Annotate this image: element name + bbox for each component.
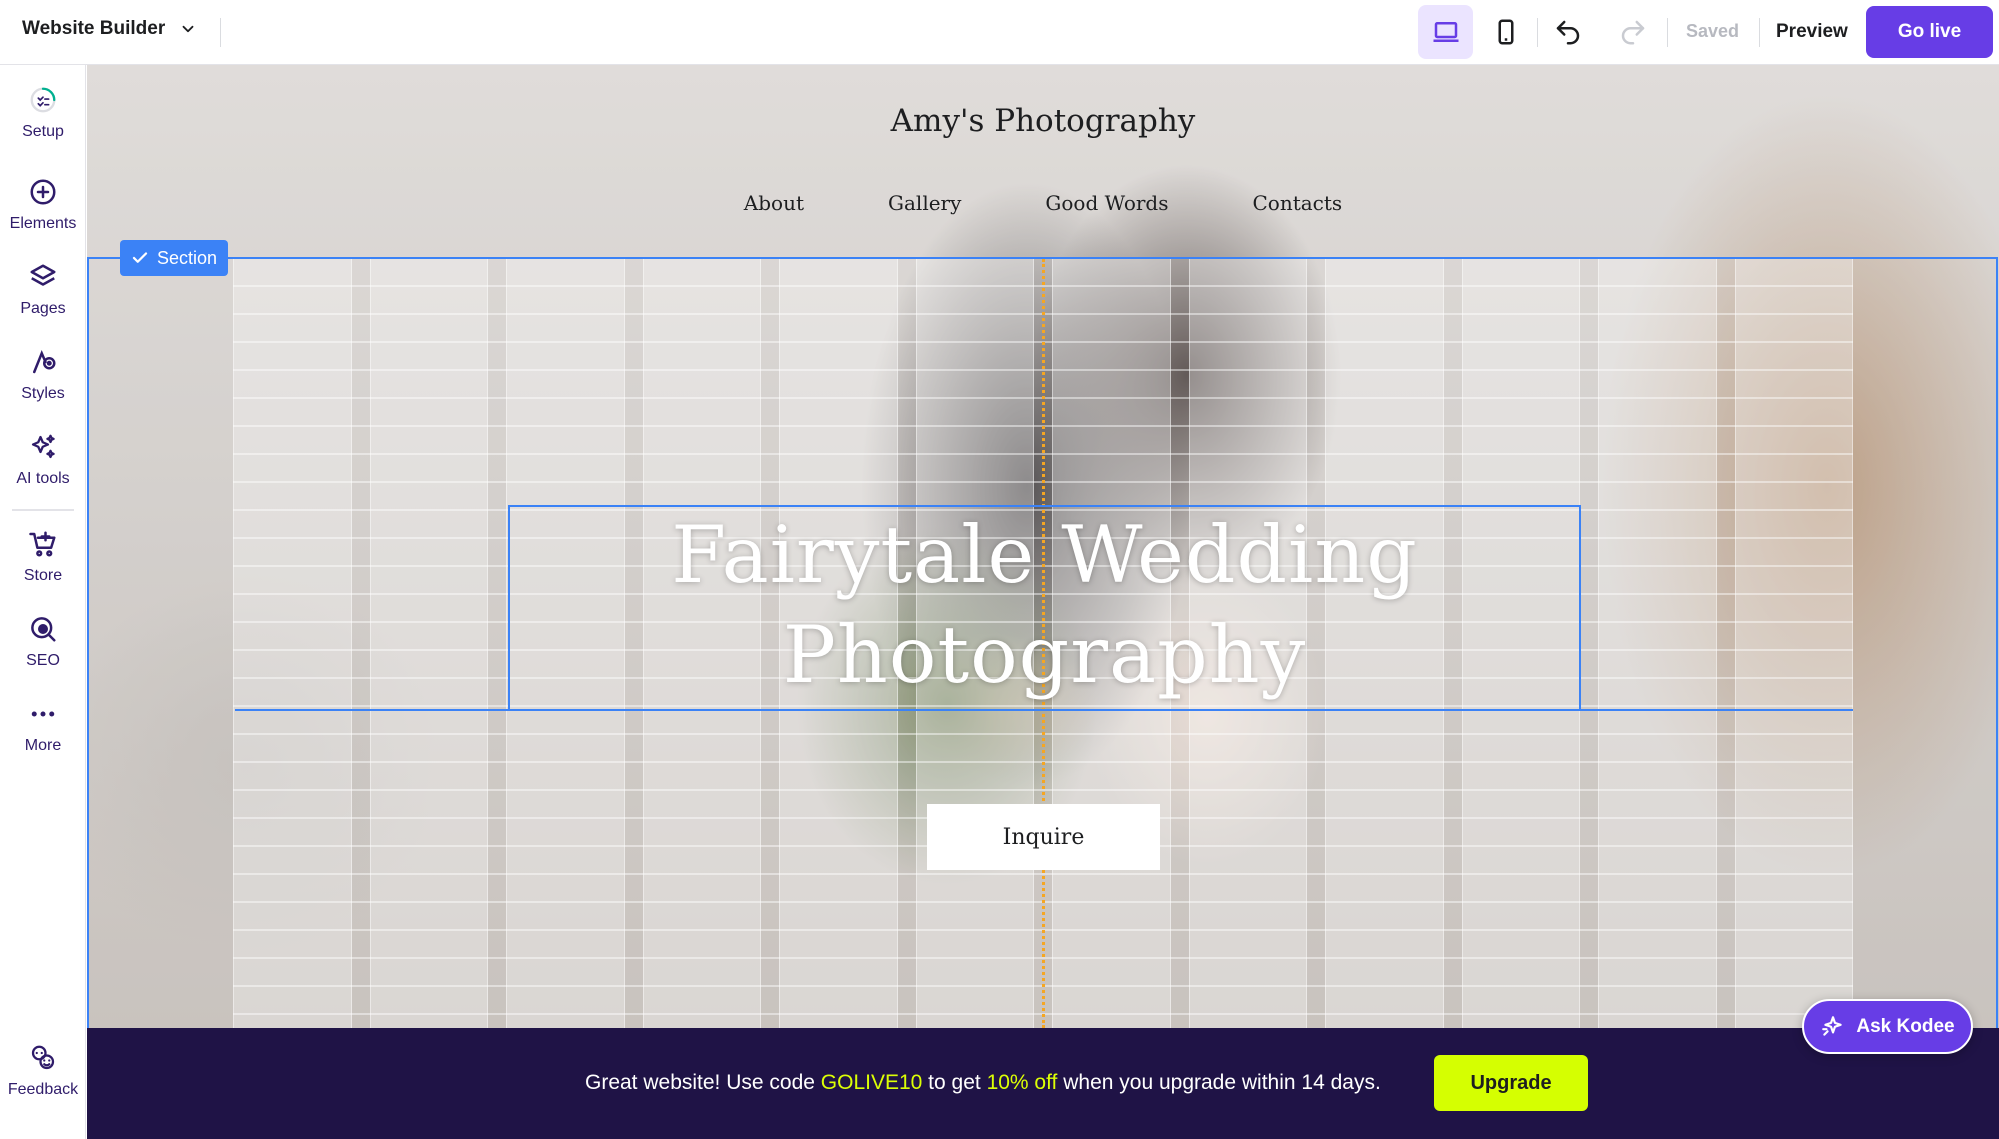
hero-heading-line-2: Photography — [782, 609, 1307, 701]
redo-button[interactable] — [1607, 10, 1659, 54]
inquire-button[interactable]: Inquire — [927, 804, 1160, 870]
sidebar-item-label: Pages — [20, 300, 66, 317]
chevron-down-icon — [182, 25, 194, 33]
sidebar-item-elements[interactable]: Elements — [0, 177, 86, 233]
divider — [1537, 18, 1538, 47]
promo-code: GOLIVE10 — [820, 1071, 923, 1094]
undo-button[interactable] — [1542, 10, 1594, 54]
feedback-faces-icon — [31, 1045, 55, 1070]
sidebar-item-setup[interactable]: Setup — [0, 85, 86, 141]
plus-circle-icon — [30, 179, 56, 205]
nav-link-gallery[interactable]: Gallery — [888, 191, 961, 215]
promo-text: Great website! Use code GOLIVE10 to get … — [585, 1071, 1381, 1095]
desktop-view-button[interactable] — [1418, 5, 1473, 59]
sidebar-item-label: AI tools — [16, 470, 70, 487]
sidebar-item-feedback[interactable]: Feedback — [0, 1043, 86, 1099]
app-switcher[interactable]: Website Builder — [22, 18, 197, 40]
setup-progress-icon — [30, 87, 56, 113]
sidebar-item-label: Store — [23, 567, 63, 584]
sidebar-item-label: Feedback — [7, 1081, 79, 1098]
seo-search-icon — [31, 617, 56, 642]
hero-heading-line-1: Fairytale Wedding — [671, 509, 1418, 601]
sidebar-item-label: Styles — [21, 385, 65, 402]
preview-button[interactable]: Preview — [1776, 21, 1848, 43]
sidebar-item-ai-tools[interactable]: AI tools — [0, 432, 86, 488]
section-tag-label: Section — [157, 247, 218, 268]
promo-discount: 10% off — [986, 1071, 1058, 1094]
left-sidebar: Setup Elements Pages Styles AI tools Sto… — [0, 65, 86, 1139]
sidebar-item-label: SEO — [26, 652, 60, 669]
ask-kodee-button[interactable]: Ask Kodee — [1802, 999, 1973, 1054]
undo-icon — [1556, 20, 1580, 45]
mobile-view-button[interactable] — [1478, 5, 1533, 59]
nav-link-good-words[interactable]: Good Words — [1045, 191, 1168, 215]
site-navigation: About Gallery Good Words Contacts — [87, 191, 1999, 215]
hero-heading[interactable]: Fairytale Wedding Photography — [508, 505, 1581, 705]
sidebar-item-seo[interactable]: SEO — [0, 614, 86, 670]
nav-link-contacts[interactable]: Contacts — [1253, 191, 1343, 215]
sidebar-item-more[interactable]: More — [0, 699, 86, 755]
promo-text-part: to get — [922, 1071, 987, 1094]
sidebar-item-label: Setup — [22, 123, 64, 140]
editor-canvas[interactable]: Amy's Photography About Gallery Good Wor… — [87, 65, 1999, 1028]
sidebar-item-styles[interactable]: Styles — [0, 347, 86, 403]
promo-text-part: Great website! Use code — [585, 1071, 821, 1094]
mobile-phone-icon — [1498, 19, 1513, 45]
sparkles-icon — [31, 434, 55, 459]
promo-text-part: when you upgrade within 14 days. — [1057, 1071, 1381, 1094]
nav-link-about[interactable]: About — [744, 191, 804, 215]
sidebar-item-store[interactable]: Store — [0, 529, 86, 585]
kodee-ai-icon — [1822, 1015, 1843, 1036]
cart-icon — [29, 531, 56, 557]
check-icon — [132, 252, 148, 263]
go-live-button[interactable]: Go live — [1866, 6, 1993, 58]
layers-icon — [30, 264, 56, 286]
palette-icon — [33, 349, 56, 374]
divider — [220, 18, 221, 47]
site-title[interactable]: Amy's Photography — [87, 103, 1999, 139]
promo-banner: Great website! Use code GOLIVE10 to get … — [87, 1028, 1999, 1139]
save-status: Saved — [1686, 21, 1740, 41]
sidebar-divider — [12, 509, 74, 511]
top-bar: Website Builder Saved Preview Go live — [0, 0, 1999, 65]
laptop-icon — [1433, 22, 1458, 42]
redo-icon — [1621, 20, 1645, 45]
sidebar-item-pages[interactable]: Pages — [0, 262, 86, 318]
sidebar-item-label: More — [24, 737, 62, 754]
upgrade-button[interactable]: Upgrade — [1434, 1055, 1588, 1111]
divider — [1759, 18, 1760, 47]
app-name: Website Builder — [22, 18, 166, 39]
sidebar-item-label: Elements — [9, 215, 77, 232]
more-dots-icon — [31, 711, 55, 717]
section-label-tag[interactable]: Section — [120, 240, 229, 276]
ask-kodee-label: Ask Kodee — [1856, 1015, 1955, 1037]
divider — [1667, 18, 1668, 47]
